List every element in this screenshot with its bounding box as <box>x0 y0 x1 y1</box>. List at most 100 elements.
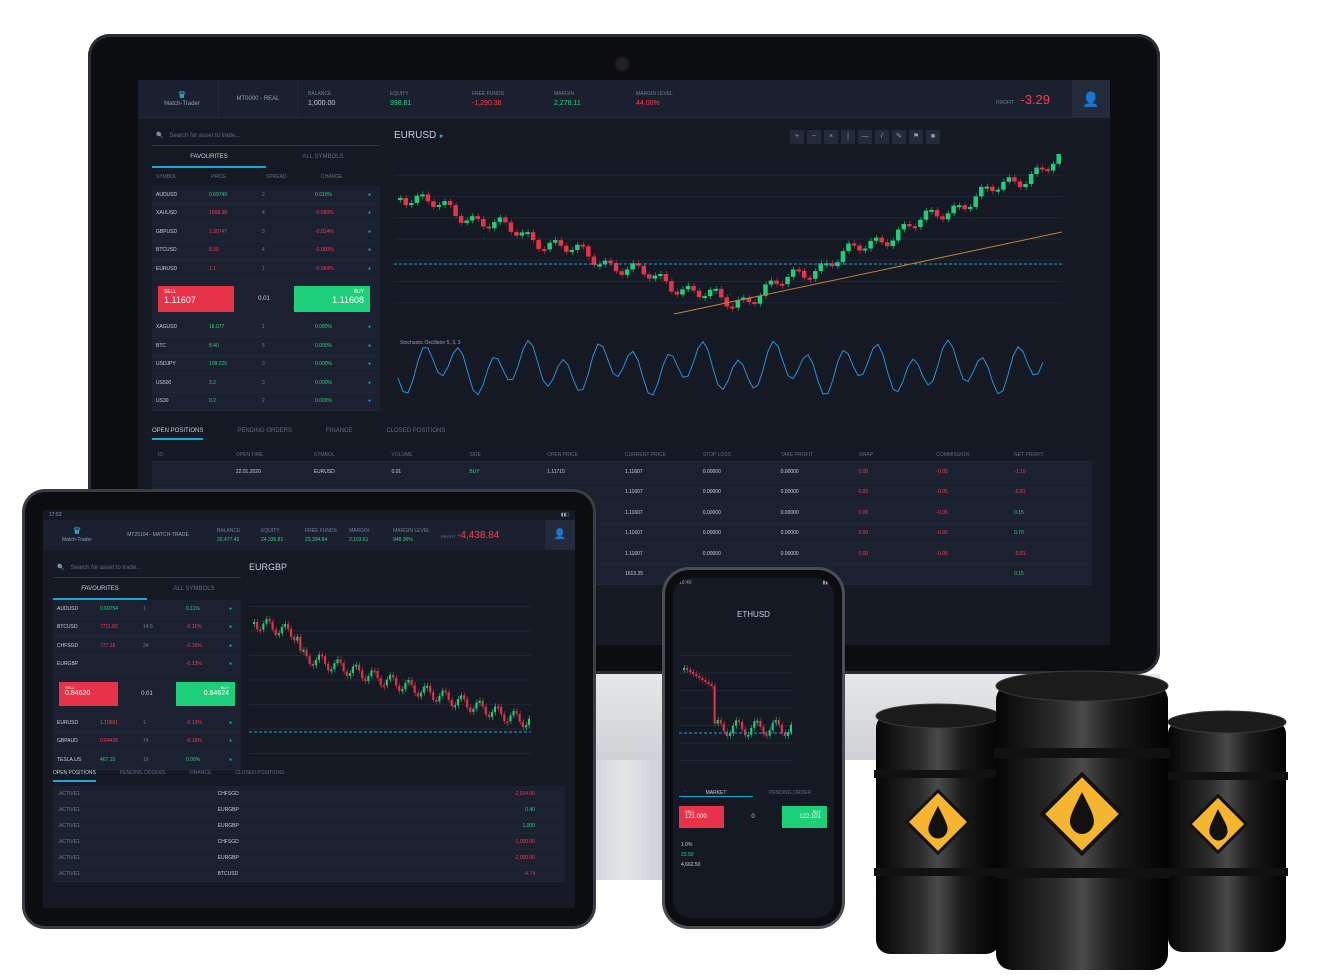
profit-display: PROFIT -4,438.84 <box>441 529 500 541</box>
buy-button[interactable]: BUY 122.101 <box>782 806 827 828</box>
candle <box>431 201 436 208</box>
symbol-row[interactable]: GBPAUD 0.64426 74 -0.15% ● <box>53 732 241 751</box>
favourite-icon[interactable]: ● <box>229 661 237 667</box>
symbol-row[interactable]: AUDUSD 0.69754 1 0.11% ● <box>53 600 241 619</box>
favourite-icon[interactable]: ● <box>368 398 376 404</box>
buy-button[interactable]: BUY 0.84624 <box>176 682 235 706</box>
tab-finance[interactable]: FINANCE <box>326 428 352 440</box>
symbol-row[interactable]: US500 3.2 3 0.000% ● <box>152 374 380 393</box>
symbol-row[interactable]: BTCUSD 8.39 4 -0.000% ● <box>152 241 380 260</box>
sell-button[interactable]: SELL 0.84620 <box>59 682 118 706</box>
quantity-stepper[interactable]: 0 <box>732 814 774 820</box>
price-chart[interactable] <box>679 638 829 778</box>
table-row[interactable]: ACTIVE1 EURGBP 1,000 <box>53 818 565 834</box>
stat-free-funds: FREE FUNDS 23,394.84 <box>305 527 337 543</box>
table-header: ID OPEN TIME SYMBOL VOLUME SIDE OPEN PRICE CUR… <box>152 448 1092 462</box>
tab-all-symbols[interactable]: ALL SYMBOLS <box>147 578 241 600</box>
symbol-row[interactable]: XAGUSD 18.077 1 0.080% ● <box>152 318 380 337</box>
favourite-icon[interactable]: ● <box>368 266 376 272</box>
favourite-icon[interactable]: ● <box>229 624 237 630</box>
market-watch-panel: 🔍 Search for asset to trade... FAVOURITE… <box>152 126 380 411</box>
candle <box>624 269 630 275</box>
tab-closed-positions[interactable]: CLOSED POSITIONS <box>386 428 445 440</box>
symbol-row[interactable]: BTC 8.40 5 0.000% ● <box>152 337 380 356</box>
zoom-in-icon[interactable]: + <box>790 130 804 144</box>
symbol-row[interactable]: EURUSD 1.1 1 -0.064% ● <box>152 260 380 279</box>
candle <box>1006 177 1012 182</box>
search-input[interactable]: 🔍 Search for asset to trade... <box>152 126 380 146</box>
favourite-icon[interactable]: ● <box>368 324 376 330</box>
user-icon[interactable]: 👤 <box>545 520 575 550</box>
tab-open-positions[interactable]: OPEN POSITIONS <box>152 428 204 440</box>
symbol-row[interactable]: US30 0.2 2 0.000% ● <box>152 392 380 411</box>
favourite-icon[interactable]: ● <box>229 643 237 649</box>
flag-icon[interactable]: ⚑ <box>909 130 923 144</box>
favourite-icon[interactable]: ● <box>229 720 237 726</box>
trend-line-icon[interactable]: / <box>875 130 889 144</box>
favourite-icon[interactable]: ● <box>368 192 376 198</box>
pencil-icon[interactable]: ✎ <box>892 130 906 144</box>
quantity-stepper[interactable]: 0.01 <box>242 296 286 302</box>
candle <box>990 186 995 192</box>
close-icon[interactable]: × <box>824 130 838 144</box>
sell-button[interactable]: SELL 121.000 <box>679 806 724 828</box>
tab-favourites[interactable]: FAVOURITES <box>53 578 147 600</box>
table-row[interactable]: 22.01.2020 EURUSD 0.01 BUY 1.11715 1.11607 0.0… <box>152 462 1092 483</box>
favourite-icon[interactable]: ● <box>229 738 237 744</box>
candle <box>840 251 846 263</box>
tab-pending-orders[interactable]: PENDING ORDERS <box>120 770 166 782</box>
symbol-row[interactable]: USDJPY 108.225 3 0.000% ● <box>152 355 380 374</box>
user-icon[interactable]: 👤 <box>1072 80 1110 118</box>
candle <box>453 205 458 216</box>
price-chart[interactable]: Stochastic Oscillator 5, 3, 3 <box>394 154 1098 412</box>
table-row[interactable]: ACTIVE1 CHFSGD -2,014.00 <box>53 786 565 802</box>
candle <box>663 273 669 282</box>
tab-open-positions[interactable]: OPEN POSITIONS <box>53 770 96 782</box>
sell-button[interactable]: SELL 1.11607 <box>158 285 234 312</box>
favourite-icon[interactable]: ● <box>368 210 376 216</box>
favourite-icon[interactable]: ● <box>368 361 376 367</box>
candle <box>409 202 414 206</box>
favourite-icon[interactable]: ● <box>368 380 376 386</box>
symbol-row[interactable]: EURGBP -0.13% ● <box>53 655 241 674</box>
symbol-row[interactable]: EURUSD 1.10601 1 -0.13% ● <box>53 714 241 733</box>
favourite-icon[interactable]: ● <box>368 247 376 253</box>
tab-pending-order[interactable]: PENDING ORDER <box>753 790 827 797</box>
table-row[interactable]: ACTIVE1 BTCUSD -4.74 <box>53 866 565 882</box>
table-row[interactable]: ACTIVE1 EURGBP 0.40 <box>53 802 565 818</box>
symbol-row[interactable]: TESLA.US 467.15 19 0.00% ● <box>53 751 241 770</box>
buy-button[interactable]: BUY 1.11608 <box>294 285 370 312</box>
zoom-out-icon[interactable]: − <box>807 130 821 144</box>
camera-icon[interactable]: ■ <box>926 130 940 144</box>
market-watch-panel: 🔍 Search for asset to trade... FAVOURITES… <box>53 558 241 770</box>
symbol-row[interactable]: GBPUSD 1.30747 3 -0.014% ● <box>152 223 380 242</box>
symbol-row[interactable]: XAUUSD 1568.38 4 -0.080% ● <box>152 204 380 223</box>
candle <box>790 269 796 277</box>
quick-trade: SELL 0.84620 0.01 BUY 0.84624 <box>53 674 241 714</box>
horizontal-line-icon[interactable]: — <box>858 130 872 144</box>
tab-closed-positions[interactable]: CLOSED POSITIONS <box>235 770 284 782</box>
account-selector[interactable]: MT0000 - REAL <box>218 80 298 118</box>
table-row[interactable]: ACTIVE1 CHFSGD -1,000.00 <box>53 834 565 850</box>
price-chart[interactable] <box>249 582 567 778</box>
tab-finance[interactable]: FINANCE <box>189 770 211 782</box>
candle <box>1050 163 1056 171</box>
favourite-icon[interactable]: ● <box>229 757 237 763</box>
quantity-stepper[interactable]: 0.01 <box>126 691 169 697</box>
symbol-row[interactable]: BTCUSD 7711.83 14.5 -0.11% ● <box>53 618 241 637</box>
favourite-icon[interactable]: ● <box>368 343 376 349</box>
favourite-icon[interactable]: ● <box>229 606 237 612</box>
candle <box>464 220 469 223</box>
table-row[interactable]: ACTIVE1 EURGBP -2,000.00 <box>53 850 565 866</box>
line-tool-icon[interactable]: | <box>841 130 855 144</box>
tab-market[interactable]: MARKET <box>679 790 753 797</box>
symbol-row[interactable]: CHFSGD 777.18 24 -0.16% ● <box>53 637 241 656</box>
account-selector[interactable]: MT25104 - MATCH-TRADE <box>103 532 213 538</box>
tab-pending-orders[interactable]: PENDING ORDERS <box>237 428 292 440</box>
tab-all-symbols[interactable]: ALL SYMBOLS <box>266 146 380 168</box>
favourite-icon[interactable]: ● <box>368 229 376 235</box>
symbol-row[interactable]: AUDUSD 0.69749 2 0.010% ● <box>152 186 380 205</box>
oil-barrel-icon <box>1166 710 1288 952</box>
tab-favourites[interactable]: FAVOURITES <box>152 146 266 168</box>
search-input[interactable]: 🔍 Search for asset to trade... <box>53 558 241 578</box>
